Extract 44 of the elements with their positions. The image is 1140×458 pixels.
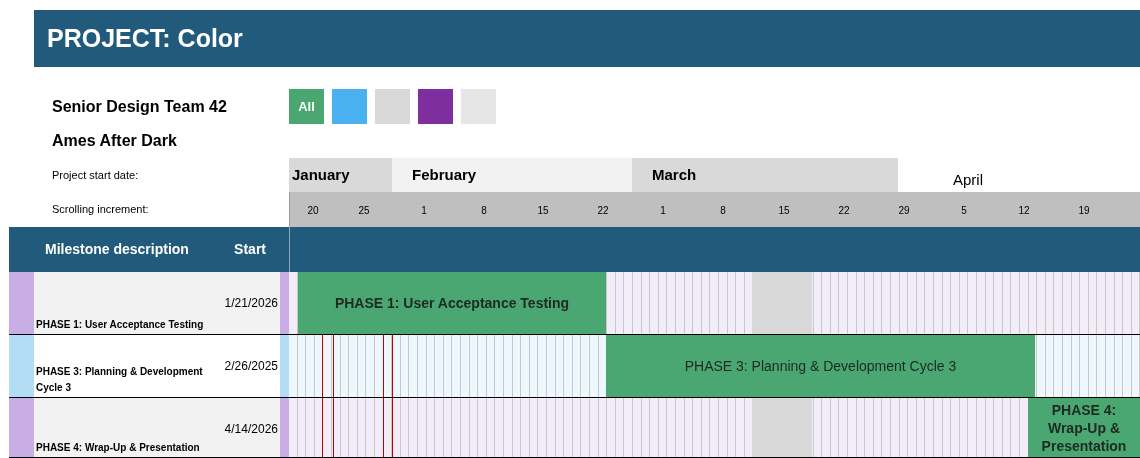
color-filter-button[interactable] [418, 89, 453, 124]
project-name: Ames After Dark [52, 131, 178, 151]
row-color-stripe [280, 272, 289, 334]
day-label: 1 [420, 204, 428, 218]
row-color-stripe [280, 398, 289, 457]
day-label: 15 [536, 204, 550, 218]
start-date: 4/14/2026 [224, 421, 278, 438]
color-filter-button[interactable] [332, 89, 367, 124]
day-label: 22 [596, 204, 610, 218]
color-filter-button[interactable]: All [289, 89, 324, 124]
milestone-description: PHASE 4: Wrap-Up & Presentation [36, 441, 201, 455]
gantt-bar: PHASE 3: Planning & Development Cycle 3 [606, 335, 1035, 397]
day-label: 22 [837, 204, 851, 218]
increment-label: Scrolling increment: [52, 202, 149, 218]
month-header: March [632, 158, 898, 192]
milestone-description: PHASE 1: User Acceptance Testing [36, 318, 205, 332]
milestone-description: PHASE 3: Planning & Development Cycle 3 [36, 365, 204, 395]
start-date-label: Project start date: [52, 167, 139, 183]
day-label: 25 [357, 204, 371, 218]
color-filter-button[interactable] [461, 89, 496, 124]
gantt-bar: PHASE 1: User Acceptance Testing [298, 272, 606, 334]
row-color-stripe [280, 335, 289, 397]
day-label: 5 [960, 204, 968, 218]
day-label: 1 [659, 204, 667, 218]
day-label: 29 [897, 204, 911, 218]
day-label: 20 [306, 204, 320, 218]
gantt-bar: PHASE 4: Wrap-Up & Presentation [1028, 398, 1140, 457]
column-header: Milestone description [45, 240, 189, 259]
week-highlight [752, 272, 812, 334]
project-title: PROJECT: Color [47, 22, 243, 54]
day-label: 19 [1077, 204, 1091, 218]
day-label: 8 [719, 204, 727, 218]
start-date: 1/21/2026 [224, 295, 278, 312]
day-label: 8 [480, 204, 488, 218]
week-highlight [752, 398, 812, 457]
start-date: 2/26/2025 [224, 358, 278, 375]
day-label: 15 [777, 204, 791, 218]
month-header: February [392, 158, 632, 192]
month-header: April [953, 169, 983, 190]
team-name: Senior Design Team 42 [52, 97, 228, 117]
day-label: 12 [1017, 204, 1031, 218]
month-header: January [289, 158, 392, 192]
column-header: Start [234, 240, 266, 259]
color-filter-button[interactable] [375, 89, 410, 124]
